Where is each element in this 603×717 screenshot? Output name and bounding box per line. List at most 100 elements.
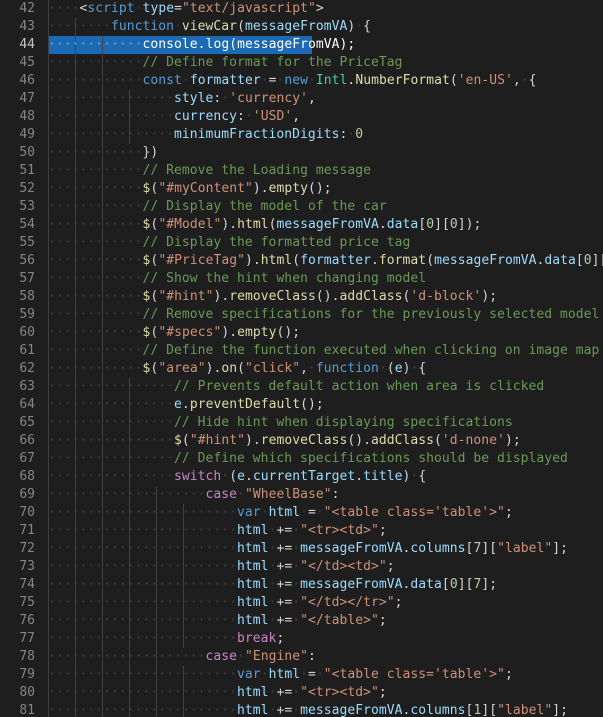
whitespace-dots: ················ [48, 109, 175, 124]
code-text[interactable]: ················// Define which specific… [48, 450, 568, 468]
code-line[interactable]: 81 ························html·+=·messag… [0, 702, 603, 717]
whitespace-dots: ············ [48, 361, 143, 376]
code-line[interactable]: 61 ············// Define the function exe… [0, 342, 603, 360]
code-line[interactable]: 75 ························html·+=·"</td>… [0, 594, 603, 612]
code-text[interactable]: ························html·+=·"<tr><td… [48, 522, 387, 540]
code-line[interactable]: 57 ············// Show the hint when chan… [0, 270, 603, 288]
code-text[interactable]: ················$("#hint").removeClass()… [48, 432, 521, 450]
code-text[interactable]: ············$("#myContent").empty(); [48, 180, 332, 198]
code-line[interactable]: 71 ························html·+=·"<tr><… [0, 522, 603, 540]
code-text[interactable]: ························html·+=·messageF… [48, 702, 568, 717]
code-text[interactable]: ············// Display the formatted pri… [48, 234, 410, 252]
code-line[interactable]: 50 ············}) [0, 144, 603, 162]
code-text[interactable]: ················// Prevents default acti… [48, 378, 544, 396]
code-text[interactable]: ················e.preventDefault(); [48, 396, 324, 414]
code-line[interactable]: 53 ············// Display the model of th… [0, 198, 603, 216]
code-text[interactable]: ························var·html·=·"<tab… [48, 666, 513, 684]
code-text[interactable]: ············// Define the function execu… [48, 342, 599, 360]
code-line[interactable]: 76 ························html·+=·"</tab… [0, 612, 603, 630]
code-line[interactable]: 64 ················e.preventDefault(); [0, 396, 603, 414]
code-line[interactable]: 67 ················// Define which specif… [0, 450, 603, 468]
whitespace-dots: ················ [48, 91, 175, 106]
code-text[interactable]: ············const·formatter·=·new·Intl.N… [48, 72, 537, 90]
code-line[interactable]: 69 ····················case·"WheelBase": [0, 486, 603, 504]
line-number: 80 [19, 685, 35, 700]
code-text[interactable]: ············// Remove the Loading messag… [48, 162, 371, 180]
code-text[interactable]: ············// Show the hint when changi… [48, 270, 426, 288]
code-line[interactable]: 46 ············const·formatter·=·new·Intl… [0, 72, 603, 90]
code-line[interactable]: 59 ············// Remove specifications f… [0, 306, 603, 324]
code-text[interactable]: ························html·+=·"</td><t… [48, 558, 395, 576]
code-editor[interactable]: 42 ····<script·type="text/javascript"> 43 ·… [0, 0, 603, 717]
code-line[interactable]: 77 ························break; [0, 630, 603, 648]
code-line[interactable]: 45 ············// Define format for the P… [0, 54, 603, 72]
code-text[interactable]: ············// Define format for the Pri… [48, 54, 402, 72]
code-line[interactable]: 73 ························html·+=·"</td>… [0, 558, 603, 576]
code-text[interactable]: ················minimumFractionDigits:·0 [48, 126, 363, 144]
code-text[interactable]: ························html·+=·messageF… [48, 576, 497, 594]
code-line[interactable]: 42 ····<script·type="text/javascript"> [0, 0, 603, 18]
code-text[interactable]: ············$("#specs").empty(); [48, 324, 300, 342]
code-text[interactable]: ············// Display the model of the … [48, 198, 387, 216]
code-line[interactable]: 47 ················style:·'currency', [0, 90, 603, 108]
code-text[interactable]: ························html·+=·messageF… [48, 540, 568, 558]
code-text[interactable]: ························html·+=·"</td></… [48, 594, 403, 612]
whitespace-dots: ············ [48, 235, 143, 250]
code-line[interactable]: 65 ················// Hide hint when disp… [0, 414, 603, 432]
code-line[interactable]: 70 ························var·html·=·"<t… [0, 504, 603, 522]
code-text[interactable]: ····················case·"Engine": [48, 648, 316, 666]
line-number: 42 [19, 1, 35, 16]
code-line[interactable]: 48 ················currency:·'USD', [0, 108, 603, 126]
whitespace-dots: ···················· [48, 649, 206, 664]
code-text[interactable]: ························var·html·=·"<tab… [48, 504, 513, 522]
code-text[interactable]: ················style:·'currency', [48, 90, 316, 108]
code-text[interactable]: ············console.log(messageFromVA); [48, 36, 355, 54]
code-line[interactable]: 54 ············$("#Model").html(messageFr… [0, 216, 603, 234]
code-text[interactable]: ············$("area").on("click",·functi… [48, 360, 426, 378]
line-number: 81 [19, 703, 35, 717]
code-line[interactable]: 55 ············// Display the formatted p… [0, 234, 603, 252]
code-line[interactable]: 43 ········function·viewCar(messageFromVA… [0, 18, 603, 36]
line-number: 51 [19, 163, 35, 178]
code-text[interactable]: ········function·viewCar(messageFromVA)·… [48, 18, 371, 36]
code-text[interactable]: ························html·+=·"<tr><td… [48, 684, 387, 702]
code-text[interactable]: ············$("#PriceTag").html(formatte… [48, 252, 603, 270]
code-text[interactable]: ················switch·(e.currentTarget.… [48, 468, 426, 486]
code-line[interactable]: 63 ················// Prevents default ac… [0, 378, 603, 396]
line-number: 72 [19, 541, 35, 556]
line-number: 49 [19, 127, 35, 142]
whitespace-dots: ···· [48, 1, 80, 16]
code-text[interactable]: ····················case·"WheelBase": [48, 486, 340, 504]
code-line[interactable]: 72 ························html·+=·messag… [0, 540, 603, 558]
code-line[interactable]: 80 ························html·+=·"<tr><… [0, 684, 603, 702]
whitespace-dots: ············ [48, 253, 143, 268]
code-text[interactable]: ························html·+=·"</table… [48, 612, 387, 630]
line-number: 56 [19, 253, 35, 268]
code-line[interactable]: 74 ························html·+=·messag… [0, 576, 603, 594]
code-text[interactable]: ················// Hide hint when displa… [48, 414, 513, 432]
code-line[interactable]: 49 ················minimumFractionDigits:… [0, 126, 603, 144]
code-line[interactable]: 62 ············$("area").on("click",·func… [0, 360, 603, 378]
line-number: 53 [19, 199, 35, 214]
code-line[interactable]: 52 ············$("#myContent").empty(); [0, 180, 603, 198]
code-line[interactable]: 68 ················switch·(e.currentTarge… [0, 468, 603, 486]
code-text[interactable]: ················currency:·'USD', [48, 108, 300, 126]
code-text[interactable]: ························break; [48, 630, 284, 648]
code-text[interactable]: ············$("#hint").removeClass().add… [48, 288, 497, 306]
code-line[interactable]: 66 ················$("#hint").removeClass… [0, 432, 603, 450]
code-line[interactable]: 78 ····················case·"Engine": [0, 648, 603, 666]
code-line[interactable]: 60 ············$("#specs").empty(); [0, 324, 603, 342]
line-number: 69 [19, 487, 35, 502]
code-line[interactable]: 56 ············$("#PriceTag").html(format… [0, 252, 603, 270]
code-line[interactable]: 79 ························var·html·=·"<t… [0, 666, 603, 684]
whitespace-dots: ························ [48, 703, 238, 717]
code-text[interactable]: ············$("#Model").html(messageFrom… [48, 216, 481, 234]
code-text[interactable]: ············// Remove specifications for… [48, 306, 599, 324]
line-number: 65 [19, 415, 35, 430]
code-text[interactable]: ············}) [48, 144, 158, 162]
line-number: 54 [19, 217, 35, 232]
code-line[interactable]: 44 ············console.log(messageFromVA)… [0, 36, 603, 54]
code-line[interactable]: 51 ············// Remove the Loading mess… [0, 162, 603, 180]
code-text[interactable]: ····<script·type="text/javascript"> [48, 0, 324, 18]
code-line[interactable]: 58 ············$("#hint").removeClass().a… [0, 288, 603, 306]
